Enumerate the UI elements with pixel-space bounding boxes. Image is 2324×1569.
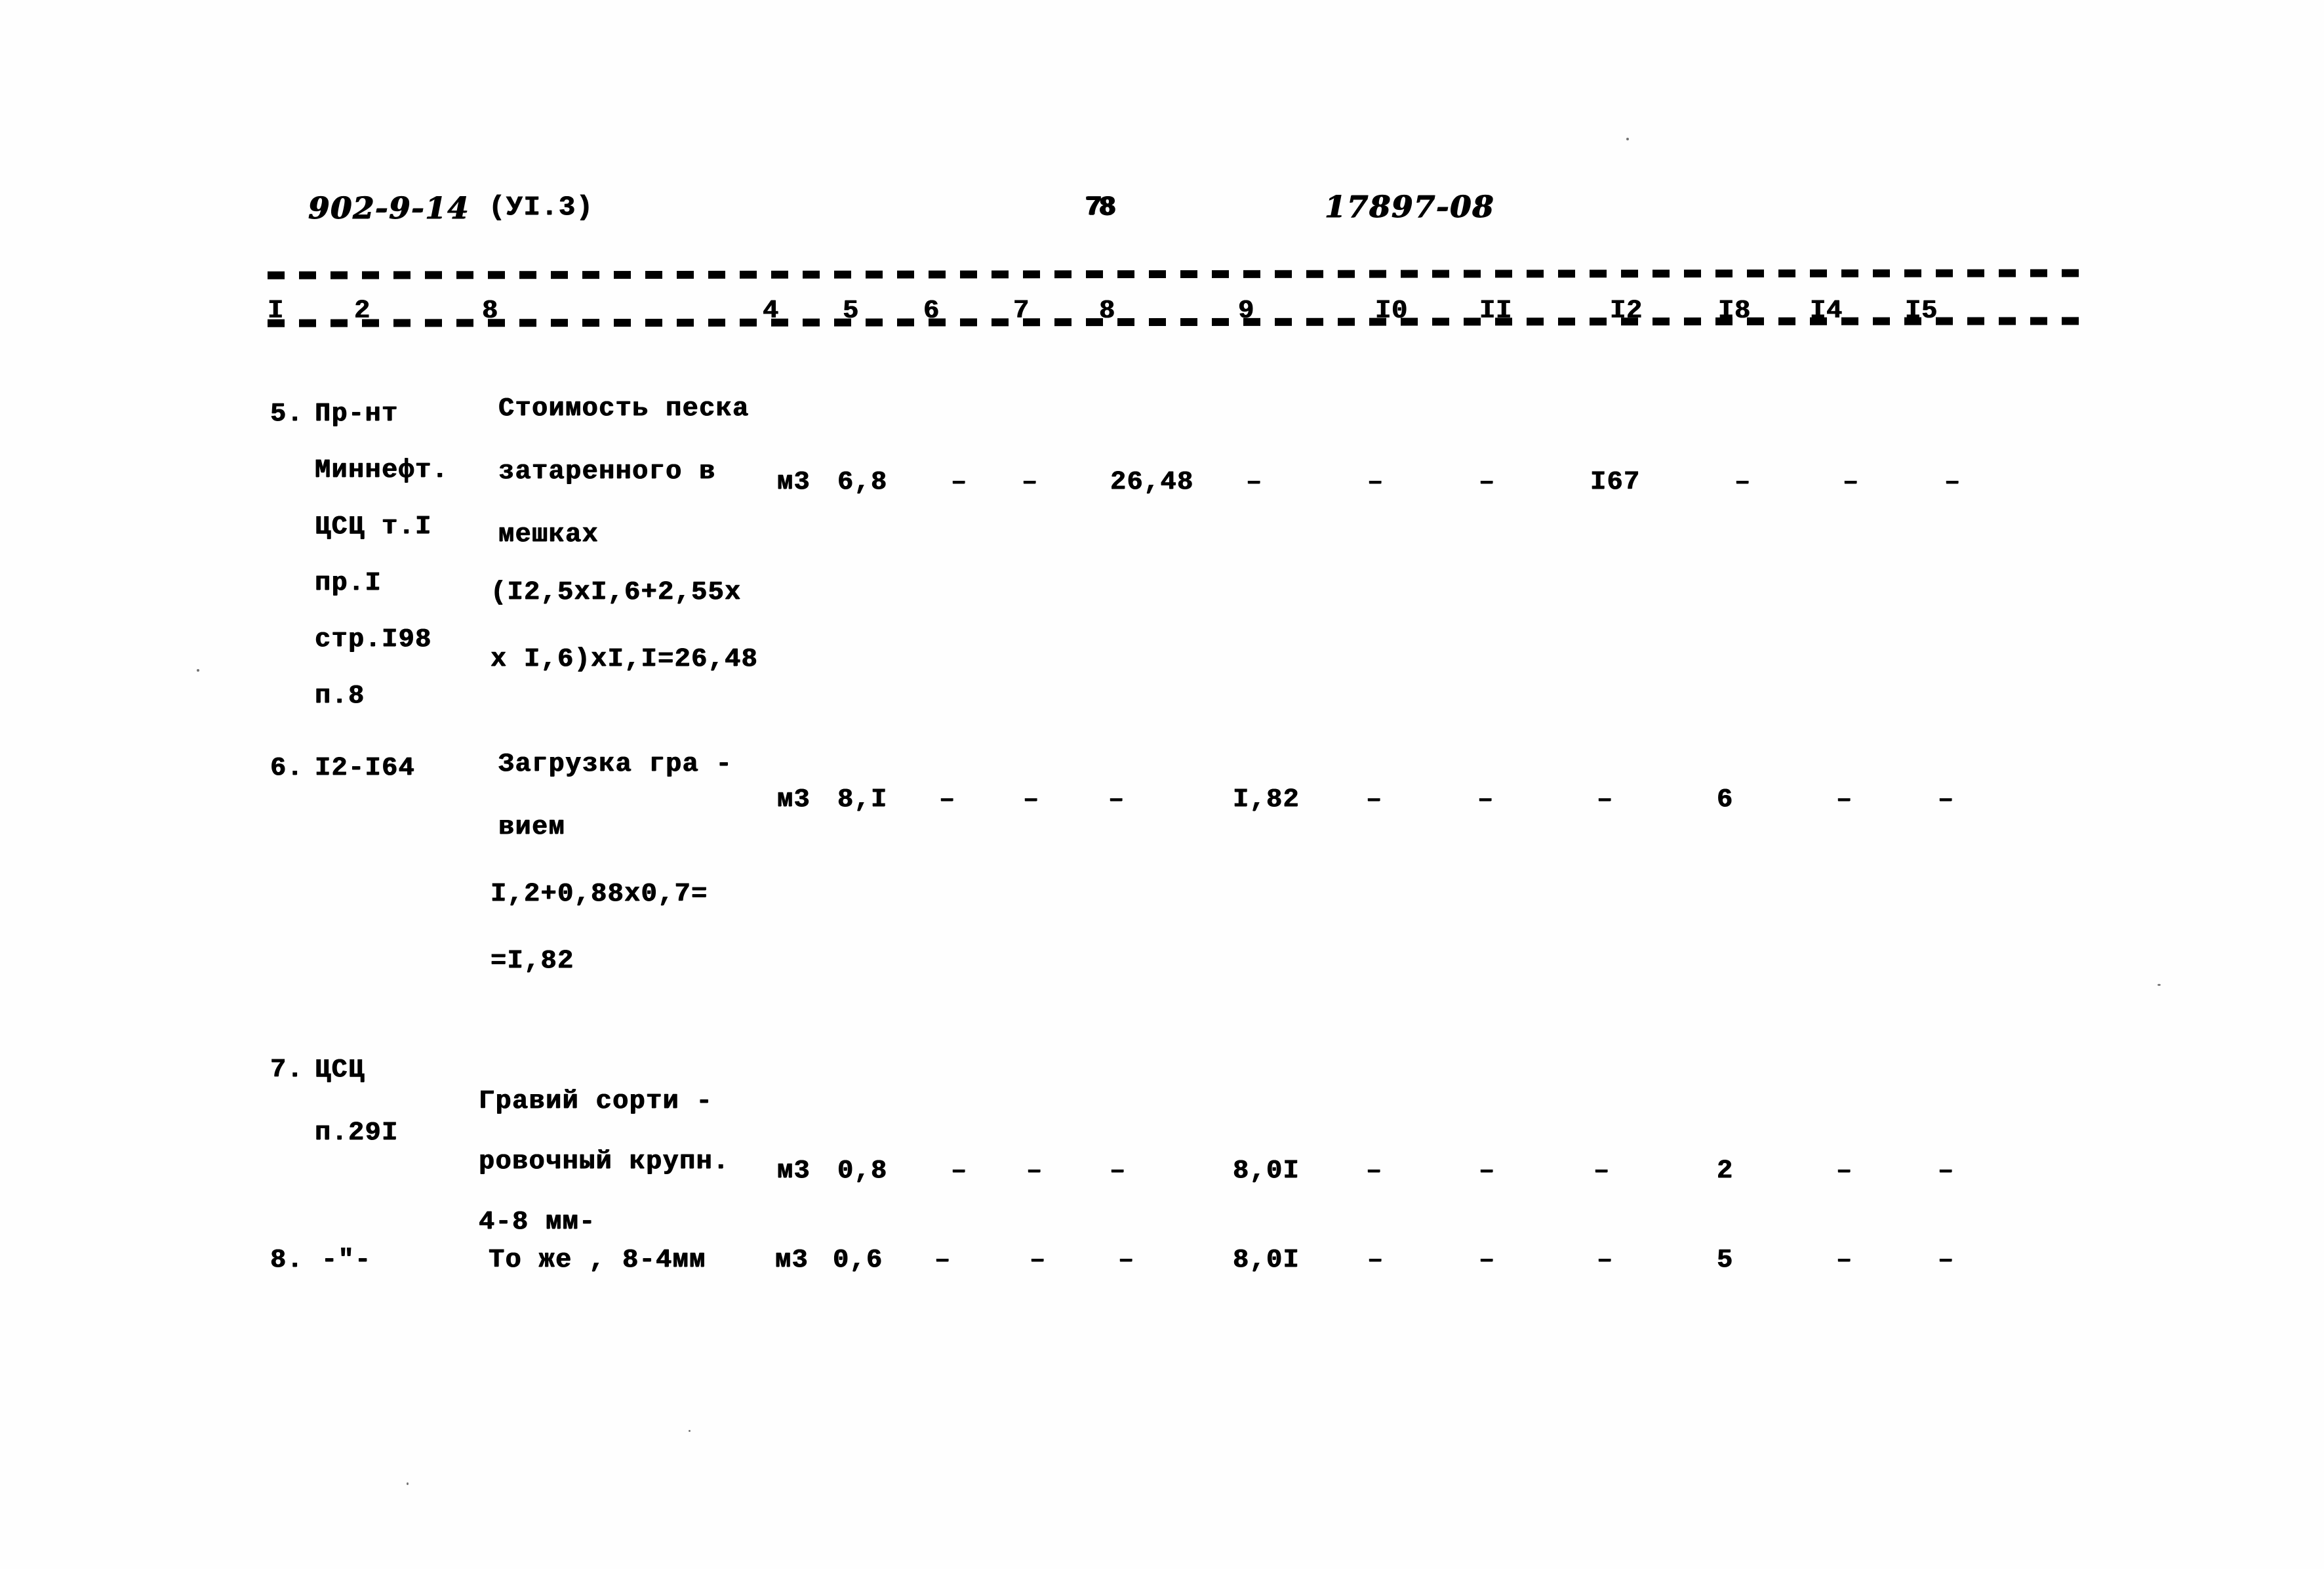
row-reference-line: ЦСЦ xyxy=(315,1055,365,1085)
row-reference-line: п.8 xyxy=(315,682,365,711)
row-description-block: Загрузка гра - вием xyxy=(498,749,733,842)
row-reference-line: ЦСЦ т.I xyxy=(315,512,432,542)
row-value-col11: – xyxy=(1593,1156,1611,1186)
row-description-line: вием xyxy=(498,813,566,842)
row-value-col4: 0,8 xyxy=(837,1156,888,1186)
row-reference-line: -"- xyxy=(321,1246,372,1275)
row-value-col7: – xyxy=(1118,1246,1135,1275)
scan-speckle xyxy=(689,1430,691,1432)
row-value-col8: 8,0I xyxy=(1233,1156,1300,1186)
row-calculation-line: (I2,5xI,6+2,55x xyxy=(491,578,742,607)
row-value-col11: – xyxy=(1597,1246,1614,1275)
row-value-col10: – xyxy=(1479,1156,1496,1186)
row-value-col5: – xyxy=(951,468,968,497)
table-rule-top xyxy=(267,269,2088,279)
row-index: 6. xyxy=(270,754,304,783)
row-value-col7: – xyxy=(1108,785,1125,815)
row-value-col7: 26,48 xyxy=(1110,468,1194,497)
row-value-col5: – xyxy=(951,1156,968,1186)
row-description-block: То же , 8-4мм xyxy=(489,1245,706,1276)
row-value-col7: – xyxy=(1110,1156,1127,1186)
row-value-col4: 0,6 xyxy=(833,1246,883,1275)
row-value-col12: – xyxy=(1734,468,1752,497)
row-description-block: Гравий сорти - ровочный крупн. 4-8 мм- xyxy=(479,1086,730,1237)
row-value-col6: – xyxy=(1026,1156,1043,1186)
page-number: 78 xyxy=(1085,192,1115,223)
row-value-col13: – xyxy=(1836,785,1853,815)
row-value-col13: – xyxy=(1843,468,1860,497)
row-calculation-line: I,2+0,88x0,7= xyxy=(491,880,708,909)
row-value-col11: I67 xyxy=(1590,468,1641,497)
row-value-col13: – xyxy=(1836,1156,1853,1186)
row-value-col6: – xyxy=(1022,468,1039,497)
row-value-col10: – xyxy=(1477,785,1494,815)
row-description-line: ровочный крупн. xyxy=(479,1147,730,1177)
row-description-line: Загрузка гра - xyxy=(498,750,733,779)
row-reference-block: ЦСЦ п.29I xyxy=(315,1055,399,1148)
scan-speckle xyxy=(197,669,199,672)
row-value-col12: 2 xyxy=(1717,1156,1734,1186)
row-value-col14: – xyxy=(1944,468,1961,497)
row-value-col12: 6 xyxy=(1717,785,1734,815)
row-value-col5: – xyxy=(939,785,956,815)
row-reference-line: I2-I64 xyxy=(315,754,416,783)
row-value-col6: – xyxy=(1023,785,1040,815)
row-reference-block: I2-I64 xyxy=(315,753,415,784)
row-value-col5: – xyxy=(934,1246,952,1275)
row-description-line: То же , 8-4мм xyxy=(489,1246,706,1275)
row-reference-block: Пр-нт Миннефт. ЦСЦ т.I пр.I стр.I98 п.8 xyxy=(315,399,449,711)
scan-speckle xyxy=(2157,984,2161,986)
row-value-col10: – xyxy=(1479,468,1496,497)
row-reference-line: Пр-нт xyxy=(315,399,399,429)
row-reference-line: пр.I xyxy=(315,569,382,598)
row-unit: м3 xyxy=(777,468,811,497)
row-value-col9: – xyxy=(1366,1156,1383,1186)
row-value-col8: – xyxy=(1246,468,1263,497)
row-value-col14: – xyxy=(1938,1246,1955,1275)
row-calculation-line: x I,6)xI,I=26,48 xyxy=(491,645,759,674)
row-reference-line: п.29I xyxy=(315,1118,399,1148)
series-code-annotation: 902-9-14 xyxy=(308,190,470,226)
row-value-col8: I,82 xyxy=(1233,785,1300,815)
row-unit: м3 xyxy=(777,1156,811,1186)
row-value-col12: 5 xyxy=(1717,1246,1734,1275)
row-value-col4: 6,8 xyxy=(837,468,888,497)
row-description-block: Стоимость песка затаренного в мешках xyxy=(498,394,750,550)
row-unit: м3 xyxy=(775,1246,809,1275)
row-description-line: Стоимость песка xyxy=(498,394,750,424)
row-value-col4: 8,I xyxy=(837,785,888,815)
row-value-col10: – xyxy=(1479,1246,1496,1275)
row-description-line: затаренного в xyxy=(498,457,716,487)
scan-speckle xyxy=(407,1482,409,1485)
row-description-line: мешках xyxy=(498,520,599,550)
row-index: 7. xyxy=(270,1055,304,1085)
scanned-page: 902-9-14 (УI.3) 78 17897-08 I 2 8 4 5 6 … xyxy=(0,0,2324,1569)
archive-code-annotation: 17897-08 xyxy=(1325,189,1495,224)
row-value-col9: – xyxy=(1367,468,1384,497)
row-value-col8: 8,0I xyxy=(1233,1246,1300,1275)
row-index: 8. xyxy=(270,1246,304,1275)
row-value-col11: – xyxy=(1597,785,1614,815)
row-reference-line: стр.I98 xyxy=(315,625,432,655)
row-description-line: 4-8 мм- xyxy=(479,1208,596,1237)
row-unit: м3 xyxy=(777,785,811,815)
row-calculation-line: =I,82 xyxy=(491,947,574,976)
row-description-line: Гравий сорти - xyxy=(479,1087,713,1116)
row-reference-line: Миннефт. xyxy=(315,456,449,485)
row-index: 5. xyxy=(270,399,304,429)
row-value-col14: – xyxy=(1938,1156,1955,1186)
scan-speckle xyxy=(1626,138,1629,140)
row-value-col14: – xyxy=(1938,785,1955,815)
row-reference-block: -"- xyxy=(321,1245,372,1276)
row-value-col13: – xyxy=(1836,1246,1853,1275)
row-value-col6: – xyxy=(1030,1246,1047,1275)
row-value-col9: – xyxy=(1366,785,1383,815)
row-value-col9: – xyxy=(1367,1246,1384,1275)
section-code: (УI.3) xyxy=(489,192,594,223)
